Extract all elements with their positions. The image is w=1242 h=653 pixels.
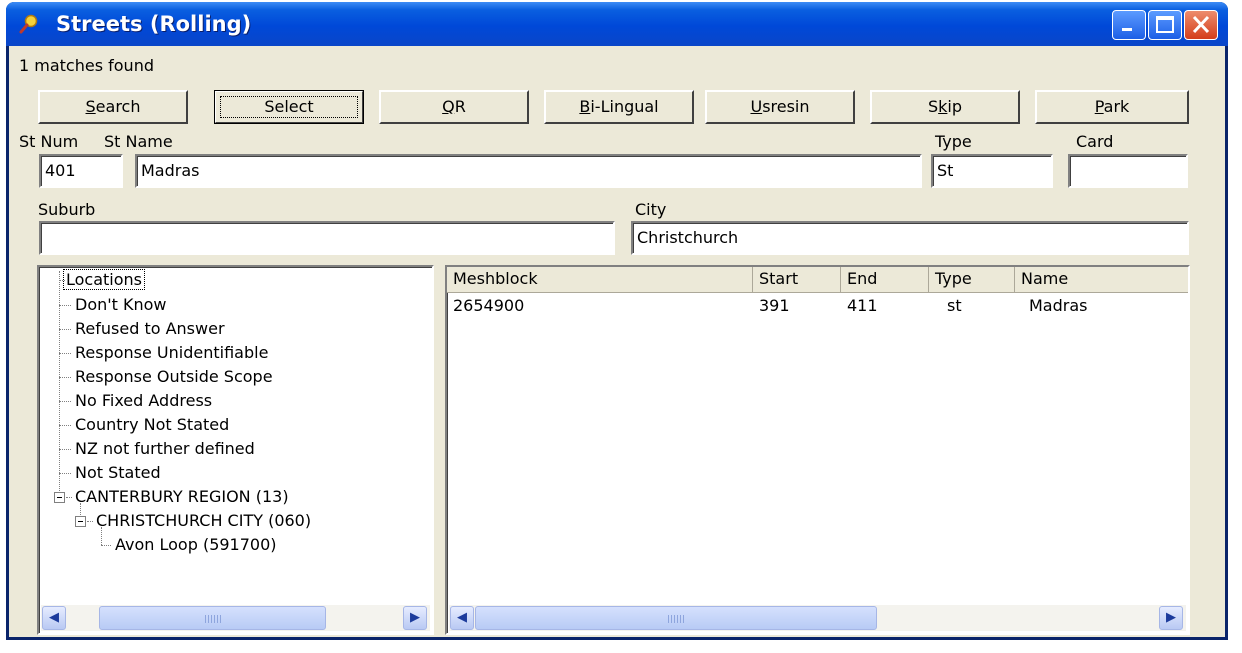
maximize-icon <box>1156 16 1174 33</box>
column-header-end[interactable]: End <box>841 267 929 293</box>
scroll-right-icon[interactable]: ▶ <box>403 606 427 630</box>
results-grid[interactable]: Meshblock Start End Type Name 2654900 39… <box>445 265 1190 635</box>
qr-button[interactable]: QR <box>379 90 529 124</box>
minimize-button[interactable] <box>1112 10 1146 40</box>
city-field[interactable]: Christchurch <box>631 221 1189 255</box>
bi-lingual-button[interactable]: Bi-Lingual <box>544 90 694 124</box>
scrollbar-thumb[interactable] <box>475 606 877 630</box>
type-label: Type <box>935 132 972 151</box>
collapse-icon[interactable] <box>54 492 65 503</box>
matches-status: 1 matches found <box>19 56 154 75</box>
type-field[interactable]: St <box>931 154 1053 188</box>
minimize-icon <box>1122 28 1132 31</box>
scrollbar-thumb[interactable] <box>99 606 326 630</box>
grid-horizontal-scrollbar[interactable]: ◀ ▶ <box>449 605 1186 631</box>
window: Streets (Rolling) 1 matches found Search… <box>6 2 1228 640</box>
cell-name: Madras <box>1029 296 1088 315</box>
tree-item-dont-know[interactable]: Don't Know <box>75 295 167 314</box>
column-header-meshblock[interactable]: Meshblock <box>447 267 753 293</box>
tree-item-not-stated[interactable]: Not Stated <box>75 463 161 482</box>
cell-start: 391 <box>759 296 790 315</box>
title-bar[interactable]: Streets (Rolling) <box>6 2 1228 46</box>
tree-root-locations[interactable]: Locations <box>63 269 146 290</box>
tree-item-avon-loop[interactable]: Avon Loop (591700) <box>115 535 277 554</box>
scroll-right-icon[interactable]: ▶ <box>1159 606 1183 630</box>
table-row[interactable]: 2654900 391 411 st Madras <box>447 294 1188 318</box>
select-button[interactable]: Select <box>214 90 364 124</box>
tree-item-unidentifiable[interactable]: Response Unidentifiable <box>75 343 268 362</box>
column-header-start[interactable]: Start <box>753 267 841 293</box>
dialog-body: 1 matches found Search Select QR Bi-Ling… <box>9 46 1225 637</box>
close-button[interactable] <box>1184 10 1218 40</box>
st-num-field[interactable]: 401 <box>39 154 123 188</box>
suburb-field[interactable] <box>39 221 615 255</box>
tree-item-christchurch-city[interactable]: CHRISTCHURCH CITY (060) <box>96 511 311 530</box>
skip-button[interactable]: Skip <box>870 90 1020 124</box>
tree-horizontal-scrollbar[interactable]: ◀ ▶ <box>41 605 430 631</box>
usresin-button[interactable]: Usresin <box>705 90 855 124</box>
column-header-name[interactable]: Name <box>1015 267 1188 293</box>
cell-end: 411 <box>847 296 878 315</box>
cell-meshblock: 2654900 <box>453 296 525 315</box>
park-button[interactable]: Park <box>1035 90 1189 124</box>
scroll-left-icon[interactable]: ◀ <box>42 606 66 630</box>
tree-item-canterbury[interactable]: CANTERBURY REGION (13) <box>75 487 289 506</box>
tree-item-outside-scope[interactable]: Response Outside Scope <box>75 367 273 386</box>
locations-tree[interactable]: Locations Don't Know Refused to Answer R… <box>37 265 434 635</box>
card-field[interactable] <box>1068 154 1188 188</box>
window-title: Streets (Rolling) <box>56 12 252 36</box>
tree-item-no-fixed-address[interactable]: No Fixed Address <box>75 391 212 410</box>
tree-item-country-not-stated[interactable]: Country Not Stated <box>75 415 229 434</box>
suburb-label: Suburb <box>38 200 96 219</box>
close-icon <box>1192 15 1210 34</box>
search-icon <box>19 14 38 34</box>
collapse-icon[interactable] <box>75 516 86 527</box>
city-label: City <box>635 200 667 219</box>
cell-type: st <box>947 296 962 315</box>
scroll-left-icon[interactable]: ◀ <box>450 606 474 630</box>
st-name-label: St Name <box>104 132 173 151</box>
search-button[interactable]: Search <box>38 90 188 124</box>
tree-item-refused[interactable]: Refused to Answer <box>75 319 225 338</box>
maximize-button[interactable] <box>1148 10 1182 40</box>
column-header-type[interactable]: Type <box>929 267 1015 293</box>
tree-item-nz-not-defined[interactable]: NZ not further defined <box>75 439 255 458</box>
st-name-field[interactable]: Madras <box>135 154 922 188</box>
card-label: Card <box>1076 132 1114 151</box>
st-num-label: St Num <box>19 132 79 151</box>
